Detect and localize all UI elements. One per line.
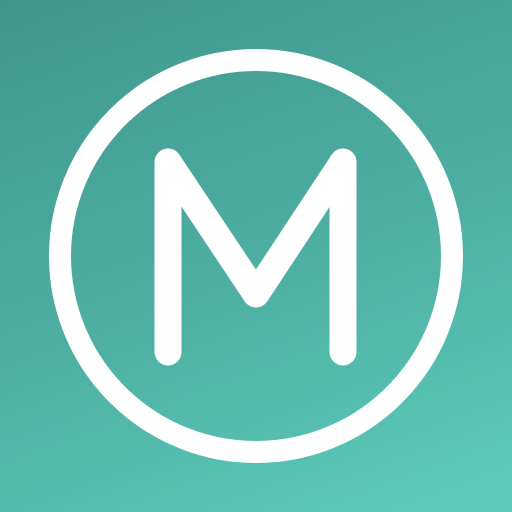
logo-ring (49, 49, 463, 463)
circled-m-logo-icon (49, 49, 463, 463)
logo-letter-m (154, 148, 357, 366)
app-icon-tile (0, 0, 512, 512)
